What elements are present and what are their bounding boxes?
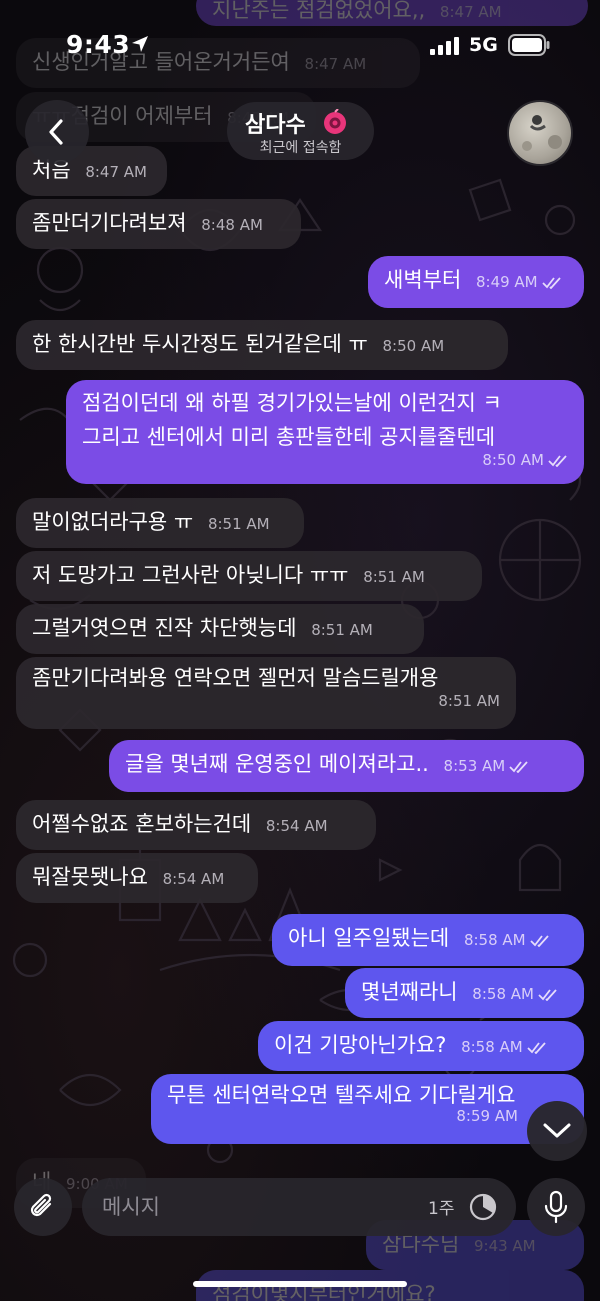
message-text-line: 점검이던데 왜 하필 경기가있는날에 이런건지 ㅋ: [82, 391, 502, 415]
status-time: 9:43: [66, 30, 131, 59]
status-bar: 9:43 5G: [0, 0, 600, 92]
location-arrow-icon: [132, 36, 148, 52]
message-bubble-outgoing[interactable]: 아니 일주일됐는데 8:58 AM: [272, 914, 584, 966]
last-seen-status: 최근에 접속함: [259, 140, 342, 156]
message-bubble-outgoing[interactable]: 새벽부터 8:49 AM: [368, 256, 584, 308]
read-check-icon: [509, 760, 528, 773]
chevron-down-icon: [543, 1123, 571, 1138]
message-time: 8:54 AM: [265, 817, 328, 835]
message-text: 글을 몇년째 운영중인 메이져라고..: [125, 752, 429, 776]
message-bubble-incoming[interactable]: 저 도망가고 그런사란 아닞니다 ㅠㅠ 8:51 AM: [16, 551, 482, 601]
message-bubble-incoming[interactable]: 말이없더라구용 ㅠ 8:51 AM: [16, 498, 304, 548]
back-button[interactable]: [25, 100, 89, 164]
message-input[interactable]: 메시지 1주: [82, 1178, 516, 1236]
chat-title-header[interactable]: 삼다수 최근에 접속함: [227, 102, 374, 160]
message-text: 말이없더라구용 ㅠ: [32, 510, 194, 534]
message-bubble-outgoing[interactable]: 글을 몇년째 운영중인 메이져라고.. 8:53 AM: [109, 740, 584, 792]
message-time: 8:54 AM: [162, 870, 225, 888]
message-time: 8:47 AM: [85, 163, 147, 181]
message-text: 그럴거엿으면 진작 차단햇능데: [32, 616, 297, 640]
message-time: 8:51 AM: [363, 568, 425, 586]
message-time: 8:50 AM: [382, 337, 445, 355]
message-text: 좀만기다려봐용 연락오면 젤먼저 말슴드릴개용: [32, 666, 439, 690]
microphone-icon: [544, 1190, 568, 1224]
message-list[interactable]: 지난주는 점검없었어요,, 8:47 AM 신생인거알고 들어온거거든여 8:4…: [0, 0, 600, 1301]
home-indicator: [193, 1281, 407, 1287]
battery-icon: [508, 34, 550, 56]
message-bubble-outgoing[interactable]: 몇년째라니 8:58 AM: [345, 968, 584, 1018]
message-time: 8:58 AM: [463, 931, 526, 949]
message-text: 몇년째라니: [361, 980, 458, 1004]
paperclip-icon: [30, 1193, 52, 1217]
message-text: 새벽부터: [384, 268, 462, 292]
message-text: 한 한시간반 두시간정도 된거같은데 ㅠ: [32, 332, 368, 356]
read-check-icon: [541, 276, 561, 289]
message-bubble-incoming[interactable]: 그럴거엿으면 진작 차단햇능데 8:51 AM: [16, 604, 424, 654]
attach-button[interactable]: [14, 1178, 72, 1236]
message-bubble-incoming[interactable]: 좀만더기다려보져 8:48 AM: [16, 199, 301, 249]
message-bubble-incoming[interactable]: 좀만기다려봐용 연락오면 젤먼저 말슴드릴개용 8:51 AM: [16, 657, 516, 729]
emoji-status-icon: [324, 109, 346, 134]
message-bubble-outgoing[interactable]: 점검이던데 왜 하필 경기가있는날에 이런건지 ㅋ 그리고 센터에서 미리 총판…: [66, 380, 584, 484]
avatar[interactable]: [507, 100, 573, 166]
message-text: 이건 기망아닌가요?: [274, 1033, 447, 1057]
read-check-icon: [529, 934, 549, 947]
autodelete-timer-label[interactable]: 1주: [428, 1194, 454, 1219]
message-time: 8:50 AM: [482, 451, 544, 469]
scroll-to-bottom-button[interactable]: [527, 1101, 587, 1161]
read-check-icon: [538, 988, 557, 1001]
network-type: 5G: [469, 34, 498, 56]
message-time: 8:53 AM: [443, 757, 506, 775]
message-input-placeholder: 메시지: [102, 1195, 160, 1219]
voice-message-button[interactable]: [527, 1178, 585, 1236]
message-bubble-incoming[interactable]: 한 한시간반 두시간정도 된거같은데 ㅠ 8:50 AM: [16, 320, 508, 370]
message-bubble-incoming[interactable]: 어쩔수없죠 혼보하는건데 8:54 AM: [16, 800, 376, 850]
message-text: 아니 일주일됐는데: [288, 926, 450, 950]
chat-name: 삼다수: [245, 113, 306, 138]
message-bubble-incoming[interactable]: 뭐잘못됏나요 8:54 AM: [16, 853, 258, 903]
message-time: 8:58 AM: [472, 985, 534, 1003]
message-text: 뭐잘못됏나요: [32, 865, 148, 889]
chevron-left-icon: [49, 119, 63, 145]
message-time: 8:51 AM: [207, 515, 270, 533]
message-time: 8:48 AM: [201, 216, 263, 234]
signal-icon: [430, 37, 459, 55]
read-check-icon: [548, 454, 567, 467]
message-text: 저 도망가고 그런사란 아닞니다 ㅠㅠ: [32, 563, 349, 587]
autodelete-timer-icon[interactable]: [468, 1192, 498, 1222]
message-time: 8:58 AM: [461, 1038, 523, 1056]
message-text: 어쩔수없죠 혼보하는건데: [32, 812, 252, 836]
message-bubble-outgoing[interactable]: 무튼 센터연락오면 텔주세요 기다릴게요 8:59 AM: [151, 1074, 584, 1144]
message-text: 좀만더기다려보져: [32, 211, 187, 235]
message-bubble-outgoing[interactable]: 이건 기망아닌가요? 8:58 AM: [258, 1021, 584, 1071]
message-text-line: 그리고 센터에서 미리 총판들한테 공지를줄텐데: [82, 425, 496, 449]
read-check-icon: [527, 1041, 546, 1054]
message-time: 8:51 AM: [311, 621, 373, 639]
message-time: 8:49 AM: [475, 273, 538, 291]
